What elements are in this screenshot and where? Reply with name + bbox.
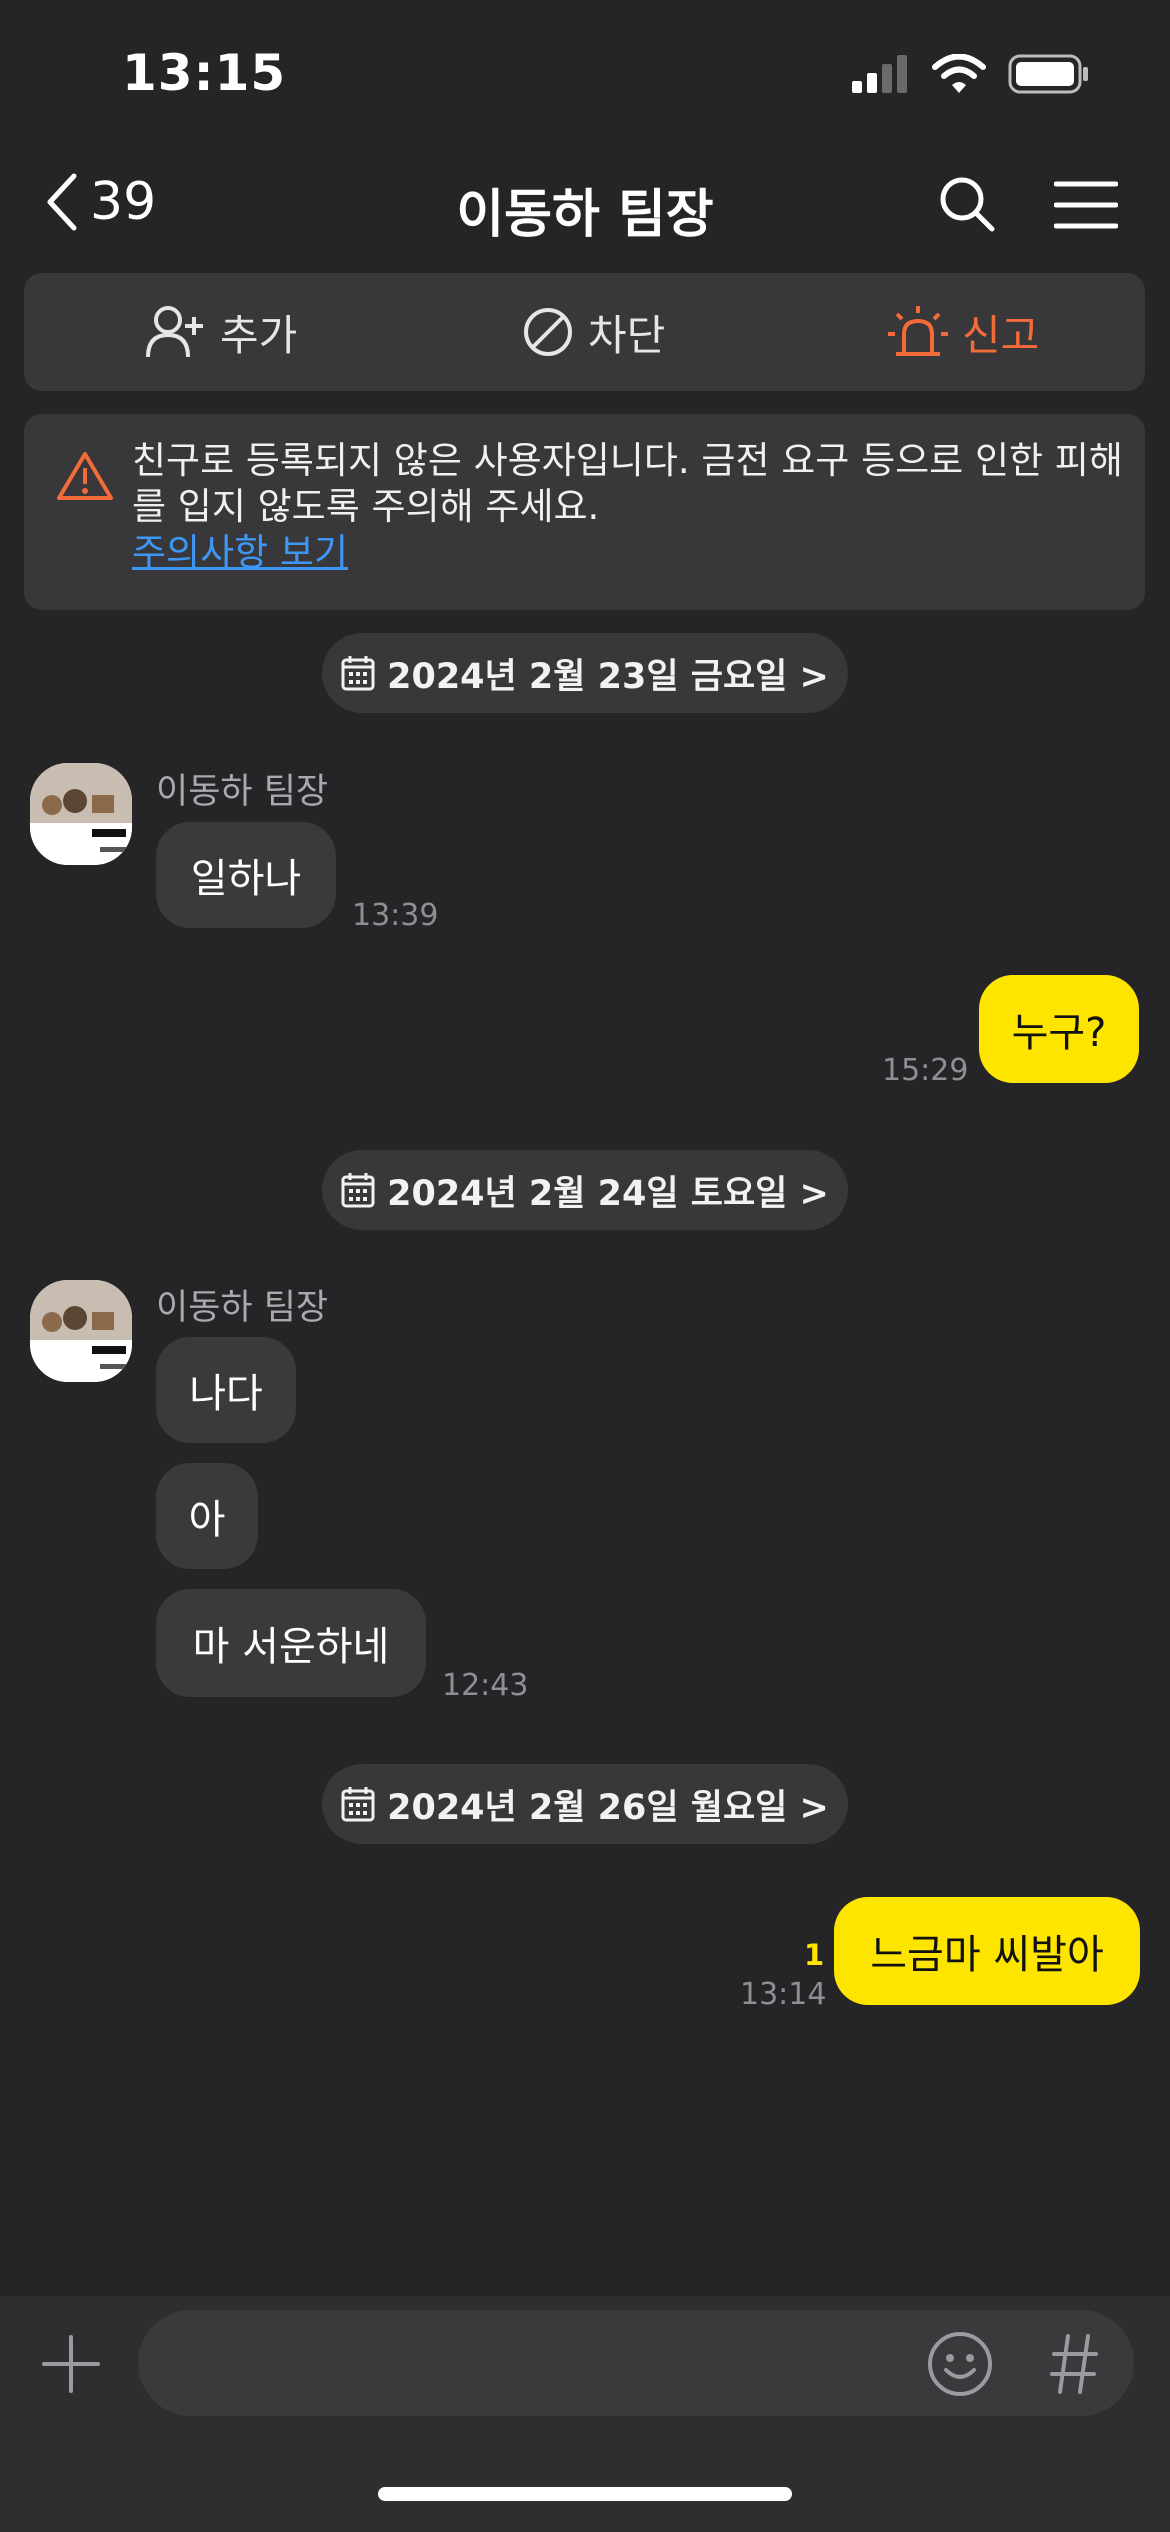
message-time: 12:43 (442, 1668, 529, 1703)
message-bubble-outgoing[interactable]: 느금마 씨발아 (834, 1897, 1140, 2005)
sender-name: 이동하 팀장 (156, 772, 329, 812)
avatar[interactable] (30, 763, 132, 865)
unread-count: 1 (804, 1938, 825, 1972)
avatar[interactable] (30, 1280, 132, 1382)
date-label: 2024년 2월 26일 월요일 > (387, 1787, 829, 1828)
calendar-icon (341, 656, 375, 691)
profile-photo (30, 763, 132, 865)
date-label: 2024년 2월 24일 토요일 > (387, 1173, 829, 1214)
add-friend-label: 추가 (220, 310, 298, 360)
block-icon (524, 308, 572, 356)
search-icon[interactable] (938, 175, 996, 233)
report-button[interactable]: 신고 (888, 273, 1039, 391)
battery-icon (1008, 54, 1088, 94)
profile-photo (30, 1280, 132, 1382)
menu-icon[interactable] (1054, 180, 1118, 230)
caution-link[interactable]: 주의사항 보기 (132, 531, 348, 574)
message-time: 13:14 (740, 1977, 827, 2012)
home-indicator[interactable] (378, 2487, 792, 2501)
message-time: 15:29 (882, 1053, 969, 1088)
date-label: 2024년 2월 23일 금요일 > (387, 656, 829, 697)
message-bubble-incoming[interactable]: 일하나 (156, 822, 336, 928)
message-bubble-incoming[interactable]: 아 (156, 1463, 258, 1569)
block-button[interactable]: 차단 (522, 273, 665, 391)
cellular-signal-icon (852, 55, 907, 93)
date-divider[interactable]: 2024년 2월 23일 금요일 > (322, 633, 848, 713)
warning-banner: 친구로 등록되지 않은 사용자입니다. 금전 요구 등으로 인한 피해를 입지 … (24, 414, 1145, 610)
add-user-icon (146, 306, 203, 358)
status-time: 13:15 (122, 44, 287, 102)
message-bubble-incoming[interactable]: 나다 (156, 1337, 296, 1443)
sender-name: 이동하 팀장 (156, 1288, 329, 1328)
status-icons (852, 54, 1090, 94)
date-divider[interactable]: 2024년 2월 24일 토요일 > (322, 1150, 848, 1230)
siren-icon (888, 306, 948, 356)
block-label: 차단 (588, 310, 666, 360)
calendar-icon (341, 1173, 375, 1208)
date-divider[interactable]: 2024년 2월 26일 월요일 > (322, 1764, 848, 1844)
message-bubble-outgoing[interactable]: 누구? (979, 975, 1139, 1083)
hashtag-icon[interactable] (1050, 2334, 1098, 2394)
calendar-icon (341, 1787, 375, 1822)
plus-icon[interactable] (42, 2335, 100, 2393)
action-bar: 추가 차단 신고 (24, 273, 1145, 391)
message-time: 13:39 (352, 898, 439, 933)
warning-icon (57, 452, 113, 500)
emoji-icon[interactable] (926, 2330, 994, 2398)
warning-message: 친구로 등록되지 않은 사용자입니다. 금전 요구 등으로 인한 피해를 입지 … (132, 438, 1132, 576)
report-label: 신고 (962, 310, 1040, 360)
wifi-icon (932, 54, 986, 93)
warning-text: 친구로 등록되지 않은 사용자입니다. 금전 요구 등으로 인한 피해를 입지 … (132, 439, 1123, 528)
message-bubble-incoming[interactable]: 마 서운하네 (156, 1589, 426, 1697)
add-friend-button[interactable]: 추가 (146, 273, 297, 391)
